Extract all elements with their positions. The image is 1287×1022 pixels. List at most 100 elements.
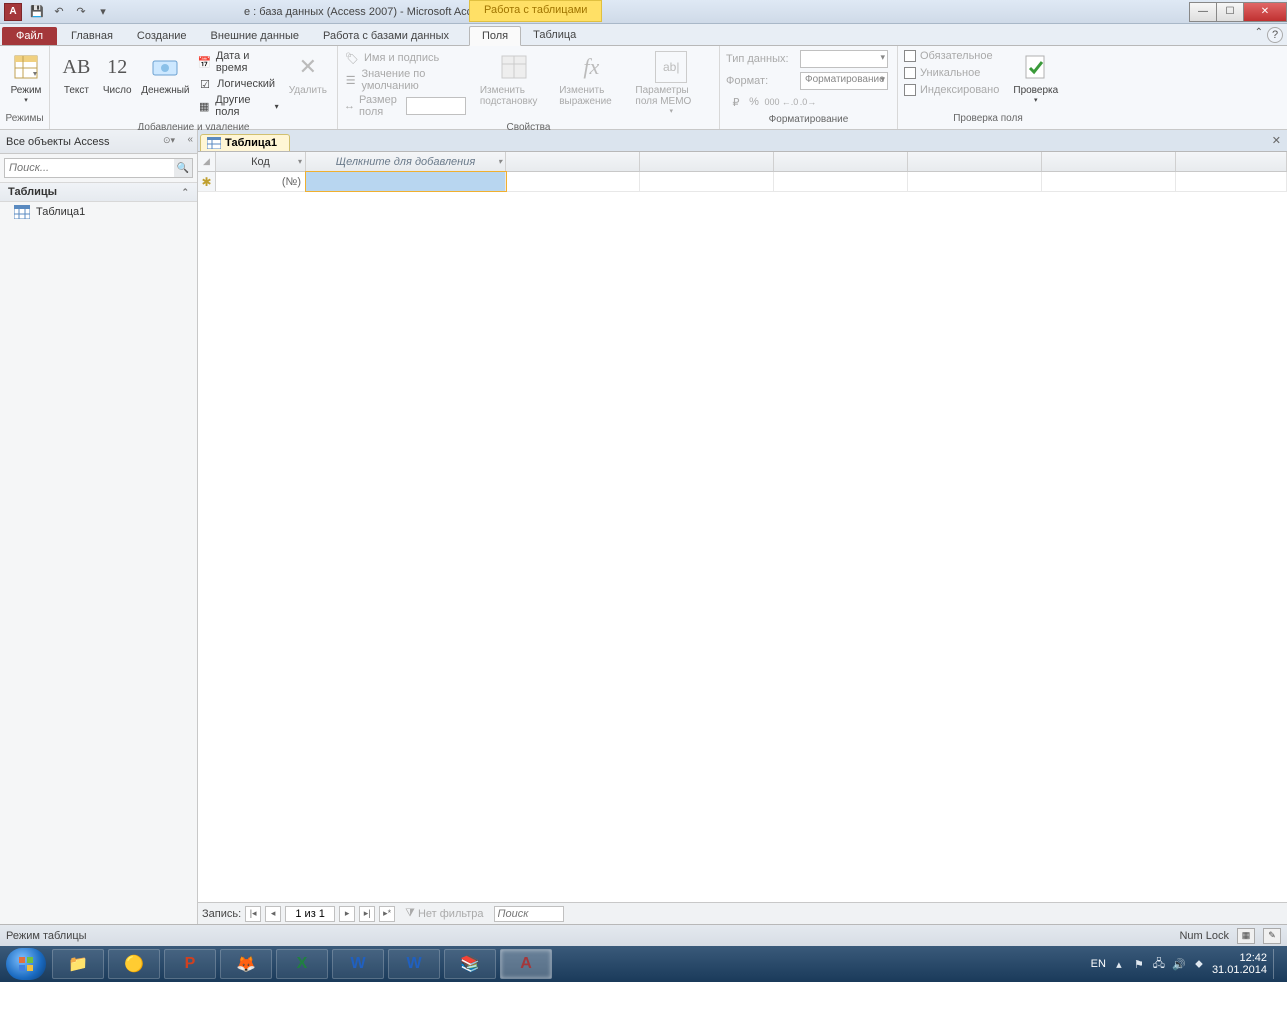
name-caption-button: 🏷 Имя и подпись: [344, 49, 466, 67]
record-position-input[interactable]: [285, 906, 335, 922]
volume-icon[interactable]: 🔊: [1172, 957, 1186, 971]
taskbar-powerpoint[interactable]: P: [164, 949, 216, 979]
last-record-button[interactable]: ▸|: [359, 906, 375, 922]
minimize-ribbon-icon[interactable]: ⌃: [1255, 27, 1263, 43]
currency-field-button[interactable]: Денежный: [138, 49, 193, 98]
column-header-add[interactable]: Щелкните для добавления▾: [306, 152, 506, 171]
help-button[interactable]: ?: [1267, 27, 1283, 43]
main-area: Все объекты Access ⊙▾ « 🔍 Таблицы ⌃ Табл…: [0, 130, 1287, 924]
yesno-field-button[interactable]: ☑ Логический: [197, 75, 279, 93]
collapse-group-icon[interactable]: ⌃: [181, 187, 189, 198]
design-view-switch[interactable]: ✎: [1263, 928, 1281, 944]
new-record-button[interactable]: ▸*: [379, 906, 395, 922]
empty-cell[interactable]: [908, 172, 1042, 191]
network-icon[interactable]: 🖧: [1152, 957, 1166, 971]
taskbar-chrome[interactable]: 🟡: [108, 949, 160, 979]
start-button[interactable]: [6, 948, 46, 980]
percent-format-icon: %: [746, 94, 762, 110]
qat-redo-icon[interactable]: ↷: [71, 2, 91, 22]
taskbar-access[interactable]: A: [500, 949, 552, 979]
select-all-cell[interactable]: ◢: [198, 152, 216, 171]
search-input[interactable]: [5, 162, 174, 174]
action-center-icon[interactable]: ⚑: [1132, 957, 1146, 971]
minimize-button[interactable]: —: [1189, 2, 1217, 22]
empty-column: [506, 152, 640, 171]
view-button[interactable]: Режим ▾: [6, 49, 46, 106]
show-desktop-button[interactable]: [1273, 949, 1281, 979]
search-icon[interactable]: 🔍: [174, 159, 192, 177]
taskbar-firefox[interactable]: 🦊: [220, 949, 272, 979]
clock[interactable]: 12:42 31.01.2014: [1212, 952, 1267, 976]
maximize-button[interactable]: ☐: [1216, 2, 1244, 22]
empty-cell[interactable]: [640, 172, 774, 191]
delete-field-button: ✕ Удалить: [285, 49, 331, 98]
qat-save-icon[interactable]: 💾: [27, 2, 47, 22]
first-record-button[interactable]: |◂: [245, 906, 261, 922]
document-tabs: Таблица1 ✕: [198, 130, 1287, 152]
group-format-label: Форматирование: [720, 114, 897, 129]
taskbar-winrar[interactable]: 📚: [444, 949, 496, 979]
tab-fields[interactable]: Поля: [469, 26, 521, 46]
prev-record-button[interactable]: ◂: [265, 906, 281, 922]
navitem-table1[interactable]: Таблица1: [0, 202, 197, 222]
active-cell[interactable]: [306, 172, 506, 191]
default-icon: ☰: [344, 72, 357, 88]
new-record-indicator[interactable]: ✱: [198, 172, 216, 191]
status-mode: Режим таблицы: [6, 930, 87, 942]
taskbar-excel[interactable]: X: [276, 949, 328, 979]
chevron-down-icon[interactable]: ⊙▾: [163, 135, 175, 146]
group-views-label: Режимы: [0, 113, 49, 129]
file-tab[interactable]: Файл: [2, 27, 57, 45]
taskbar-word2[interactable]: W: [388, 949, 440, 979]
record-search-input[interactable]: [494, 906, 564, 922]
format-combo: Форматирование: [800, 72, 888, 90]
empty-column: [640, 152, 774, 171]
document-area: Таблица1 ✕ ◢ Код▾ Щелкните для добавлени…: [198, 130, 1287, 924]
tray-arrow-icon[interactable]: ▴: [1112, 957, 1126, 971]
empty-column: [1176, 152, 1287, 171]
status-bar: Режим таблицы Num Lock ▦ ✎: [0, 924, 1287, 946]
folder-icon: 📁: [68, 954, 88, 974]
language-indicator[interactable]: EN: [1091, 958, 1106, 970]
tab-table[interactable]: Таблица: [521, 26, 588, 45]
empty-cell[interactable]: [1042, 172, 1176, 191]
more-fields-button[interactable]: ▦ Другие поля ▾: [197, 93, 279, 119]
text-field-button[interactable]: AB Текст: [56, 49, 97, 98]
validation-button[interactable]: Проверка ▾: [1007, 49, 1064, 106]
cell-id-new[interactable]: (№): [216, 172, 306, 191]
powerpoint-icon: P: [185, 955, 196, 973]
close-doc-button[interactable]: ✕: [1272, 134, 1281, 147]
qat-customize-icon[interactable]: ▾: [93, 2, 113, 22]
currency-format-icon: ₽: [728, 94, 744, 110]
tab-database-tools[interactable]: Работа с базами данных: [311, 27, 461, 45]
column-header-id[interactable]: Код▾: [216, 152, 306, 171]
empty-cell[interactable]: [506, 172, 640, 191]
lookup-icon: [498, 51, 530, 83]
tab-create[interactable]: Создание: [125, 27, 199, 45]
datasheet-view-switch[interactable]: ▦: [1237, 928, 1255, 944]
taskbar-explorer[interactable]: 📁: [52, 949, 104, 979]
checkbox-icon: [904, 84, 916, 96]
number-field-button[interactable]: 12 Число: [97, 49, 138, 98]
default-value-button: ☰ Значение по умолчанию: [344, 67, 466, 93]
tab-external-data[interactable]: Внешние данные: [199, 27, 311, 45]
tab-home[interactable]: Главная: [59, 27, 125, 45]
navgroup-tables[interactable]: Таблицы ⌃: [0, 182, 197, 202]
number-icon: 12: [101, 51, 133, 83]
empty-cell[interactable]: [774, 172, 908, 191]
doctab-table1[interactable]: Таблица1: [200, 134, 290, 151]
ribbon-tabs: Файл Главная Создание Внешние данные Раб…: [0, 24, 1287, 46]
validation-icon: [1020, 51, 1052, 83]
qat-undo-icon[interactable]: ↶: [49, 2, 69, 22]
datasheet[interactable]: ◢ Код▾ Щелкните для добавления▾ ✱ (№): [198, 152, 1287, 902]
taskbar-word[interactable]: W: [332, 949, 384, 979]
navpane-header[interactable]: Все объекты Access ⊙▾ «: [0, 130, 197, 154]
datetime-field-button[interactable]: 📅 Дата и время: [197, 49, 279, 75]
navpane-search[interactable]: 🔍: [4, 158, 193, 178]
close-button[interactable]: ✕: [1243, 2, 1287, 22]
collapse-pane-icon[interactable]: «: [187, 134, 193, 145]
tray-app-icon[interactable]: ⬥: [1192, 957, 1206, 971]
empty-cell[interactable]: [1176, 172, 1287, 191]
field-size-input: [406, 97, 466, 115]
next-record-button[interactable]: ▸: [339, 906, 355, 922]
